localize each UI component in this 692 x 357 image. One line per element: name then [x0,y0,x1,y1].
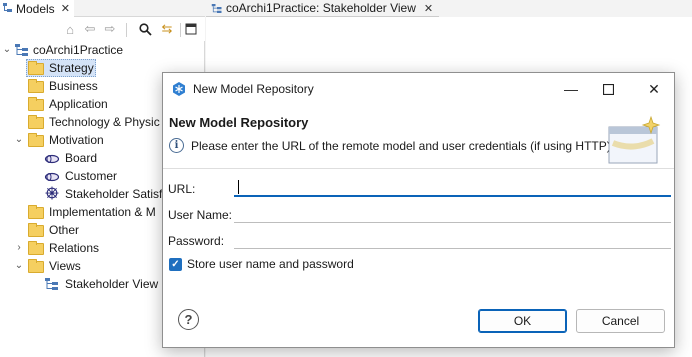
tree-item-label: Application [49,97,108,111]
folder-icon [28,205,44,221]
text-caret [238,180,239,194]
back-icon[interactable]: ⇦ [82,21,98,37]
password-input[interactable] [234,229,671,249]
username-label: User Name: [168,208,233,222]
tree-item-label: Implementation & M [49,205,156,219]
link-editor-icon[interactable]: ⇆ [159,21,175,37]
maximize-window-icon[interactable] [596,79,620,99]
url-input[interactable] [234,177,671,197]
close-icon[interactable]: ✕ [424,2,433,15]
new-model-repository-dialog: New Model Repository — ✕ New Model Repos… [162,72,675,348]
password-label: Password: [168,234,225,248]
tree-item-label: Business [49,79,98,93]
folder-icon [28,79,44,95]
chevron-down-icon[interactable]: ⌄ [14,260,24,271]
tree-item-label: Stakeholder Satisfa [65,187,170,201]
tree-item-model[interactable]: ⌄ coArchi1Practice [0,41,205,59]
tree-item-label: Views [49,259,81,273]
tree-item-label: Relations [49,241,100,255]
stakeholder-icon [44,154,60,164]
cancel-button[interactable]: Cancel [576,309,665,333]
close-window-icon[interactable]: ✕ [642,79,666,99]
tree-item-label: Customer [65,169,118,183]
tree-icon [3,3,12,12]
forward-icon[interactable]: ⇨ [102,21,118,37]
dialog-title: New Model Repository [193,82,314,96]
editor-tabbar: coArchi1Practice: Stakeholder View ✕ [206,0,692,17]
tree-item-label: Board [65,151,98,165]
tree-item-label: Other [49,223,80,237]
tree-item-label: coArchi1Practice [33,43,124,57]
url-label: URL: [168,182,196,196]
info-icon: i [169,138,184,153]
close-icon[interactable]: ✕ [61,2,70,15]
toolbar-separator [180,23,181,37]
window-wizard-icon [608,115,661,164]
folder-icon [28,259,44,275]
minimize-icon[interactable] [183,21,199,37]
help-icon[interactable]: ? [178,309,199,330]
model-icon [15,44,28,56]
models-tabbar: Models ✕ [0,0,205,17]
home-icon[interactable]: ⌂ [62,21,78,37]
minimize-window-icon[interactable]: — [559,79,583,99]
folder-icon [28,115,44,131]
app-icon [173,82,185,96]
driver-icon [45,186,59,200]
tree-item-label: Strategy [49,61,94,75]
chevron-down-icon[interactable]: ⌄ [2,44,12,55]
tree-item-label: Technology & Physic [49,115,160,129]
store-credentials-label[interactable]: Store user name and password [187,257,354,271]
store-credentials-checkbox[interactable]: ✓ [169,258,182,271]
dialog-message: Please enter the URL of the remote model… [191,139,611,153]
tab-models[interactable]: Models ✕ [0,0,74,17]
folder-icon [28,133,44,149]
chevron-down-icon[interactable]: ⌄ [14,134,24,145]
models-toolbar: ⌂ ⇦ ⇨ ⇆ [0,17,205,41]
view-icon [45,278,58,290]
view-icon [211,4,222,13]
dialog-titlebar[interactable]: New Model Repository — ✕ [163,73,674,105]
toolbar-separator [126,23,127,37]
folder-icon [28,97,44,113]
models-tab-label: Models [16,1,55,16]
username-input[interactable] [234,203,671,223]
search-icon[interactable] [137,21,153,37]
tree-item-label: Motivation [49,133,104,147]
dialog-heading: New Model Repository [169,115,309,130]
chevron-right-icon[interactable]: › [14,242,24,253]
folder-icon [28,241,44,257]
dialog-header: New Model Repository i Please enter the … [163,105,674,169]
tab-stakeholder-view[interactable]: coArchi1Practice: Stakeholder View ✕ [206,0,440,17]
folder-icon [28,223,44,239]
stakeholder-icon [44,172,60,182]
folder-icon [28,61,44,77]
editor-tab-label: coArchi1Practice: Stakeholder View [226,1,416,15]
tree-item-label: Stakeholder View [65,277,159,291]
ok-button[interactable]: OK [478,309,567,333]
